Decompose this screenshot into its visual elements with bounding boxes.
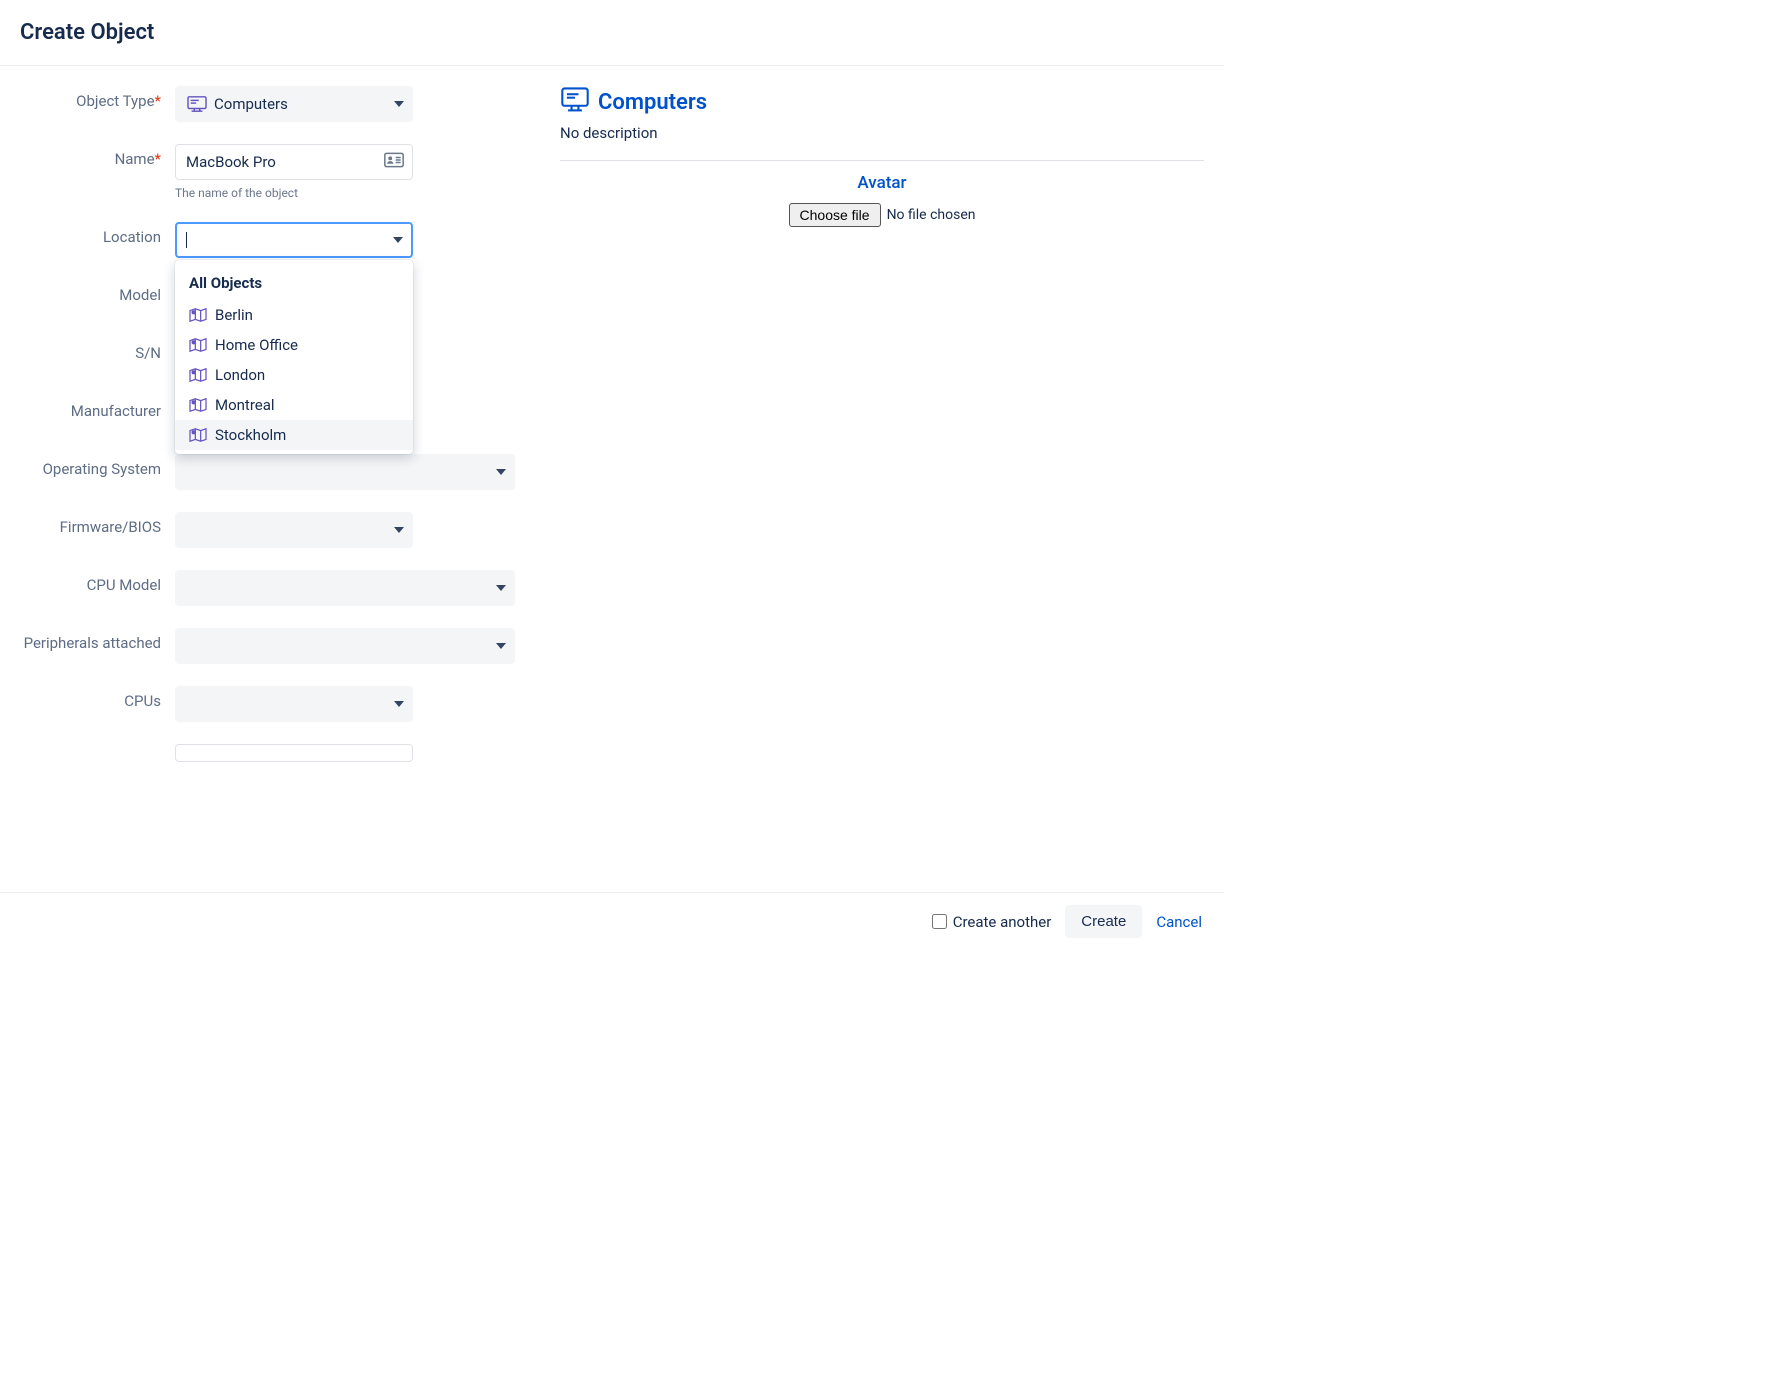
cpus-label: CPUs: [20, 686, 175, 710]
text-caret: [186, 232, 187, 248]
create-button[interactable]: Create: [1065, 905, 1142, 938]
dropdown-item-home-office[interactable]: Home Office: [175, 330, 413, 360]
chevron-down-icon: [394, 527, 404, 533]
no-file-text: No file chosen: [887, 207, 976, 223]
cpus-select[interactable]: [175, 686, 413, 722]
map-icon: [189, 307, 207, 323]
dropdown-item-label: Stockholm: [215, 426, 286, 444]
cpu-model-select[interactable]: [175, 570, 515, 606]
chevron-down-icon: [496, 643, 506, 649]
chevron-down-icon: [496, 469, 506, 475]
os-label: Operating System: [20, 454, 175, 478]
computer-icon: [186, 95, 208, 113]
dropdown-item-label: Berlin: [215, 306, 253, 324]
dialog-title: Create Object: [20, 20, 1204, 45]
map-icon: [189, 367, 207, 383]
cancel-link[interactable]: Cancel: [1156, 913, 1202, 931]
model-label: Model: [20, 280, 175, 304]
dropdown-header: All Objects: [175, 264, 413, 300]
peripherals-label: Peripherals attached: [20, 628, 175, 652]
object-type-value: Computers: [214, 95, 288, 113]
location-dropdown: All Objects Berlin: [175, 260, 413, 454]
manufacturer-label: Manufacturer: [20, 396, 175, 420]
create-another-label: Create another: [953, 913, 1052, 931]
computer-icon: [560, 86, 590, 118]
object-type-label: Object Type*: [20, 86, 175, 110]
dropdown-item-label: Home Office: [215, 336, 298, 354]
location-select[interactable]: [175, 222, 413, 258]
map-icon: [189, 337, 207, 353]
side-column: Computers No description Avatar Choose f…: [560, 86, 1204, 762]
firmware-label: Firmware/BIOS: [20, 512, 175, 536]
choose-file-button[interactable]: Choose file: [789, 203, 881, 227]
os-select[interactable]: [175, 454, 515, 490]
name-label: Name*: [20, 144, 175, 168]
avatar-label: Avatar: [560, 173, 1204, 193]
cpu-model-label: CPU Model: [20, 570, 175, 594]
chevron-down-icon: [496, 585, 506, 591]
dropdown-item-berlin[interactable]: Berlin: [175, 300, 413, 330]
map-icon: [189, 427, 207, 443]
dropdown-item-stockholm[interactable]: Stockholm: [175, 420, 413, 450]
create-another-row[interactable]: Create another: [932, 913, 1052, 931]
name-input[interactable]: [186, 153, 378, 171]
map-icon: [189, 397, 207, 413]
divider: [560, 160, 1204, 161]
name-input-wrapper: [175, 144, 413, 180]
contact-card-icon: [384, 153, 404, 172]
location-label: Location: [20, 222, 175, 246]
dropdown-item-label: Montreal: [215, 396, 275, 414]
sn-label: S/N: [20, 338, 175, 362]
dropdown-item-label: London: [215, 366, 265, 384]
dropdown-item-london[interactable]: London: [175, 360, 413, 390]
chevron-down-icon: [394, 101, 404, 107]
peripherals-select[interactable]: [175, 628, 515, 664]
firmware-select[interactable]: [175, 512, 413, 548]
footer: Create another Create Cancel: [0, 892, 1224, 950]
side-title: Computers: [598, 90, 707, 115]
chevron-down-icon: [393, 237, 403, 243]
object-type-select[interactable]: Computers: [175, 86, 413, 122]
create-another-checkbox[interactable]: [932, 914, 947, 929]
partial-row: [175, 744, 413, 762]
name-help-text: The name of the object: [175, 186, 530, 200]
dropdown-item-montreal[interactable]: Montreal: [175, 390, 413, 420]
chevron-down-icon: [394, 701, 404, 707]
side-description: No description: [560, 124, 1204, 142]
form-column: Object Type* Computers: [20, 86, 530, 762]
